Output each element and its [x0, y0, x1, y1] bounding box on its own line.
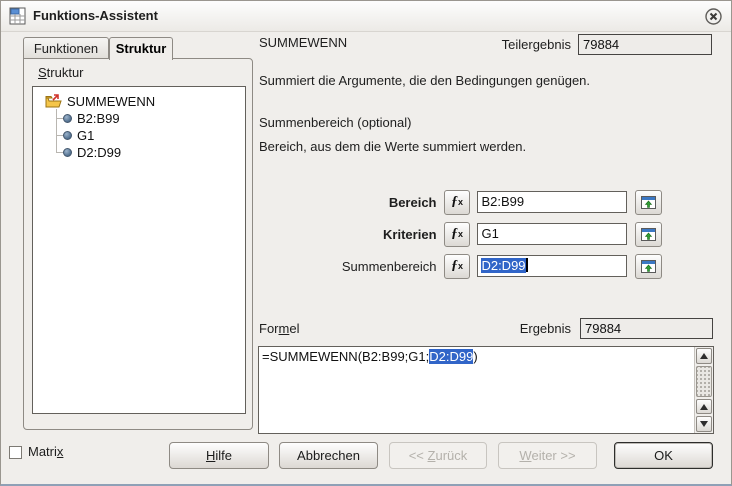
- teilergebnis-label: Teilergebnis: [501, 37, 571, 52]
- window-title: Funktions-Assistent: [33, 8, 158, 23]
- tree-node-label: SUMMEWENN: [67, 94, 156, 109]
- shrink-icon: [641, 259, 657, 273]
- ok-button[interactable]: OK: [614, 442, 713, 469]
- formula-editor[interactable]: =SUMMEWENN(B2:B99;G1;D2:D99): [258, 346, 714, 434]
- tab-funktionen[interactable]: Funktionen: [23, 37, 109, 58]
- shrink-icon: [641, 227, 657, 241]
- selected-text: D2:D99: [429, 349, 474, 364]
- scroll-up-button[interactable]: [696, 348, 712, 364]
- scroll-up-button-2[interactable]: [696, 398, 712, 415]
- argument-help: Bereich, aus dem die Werte summiert werd…: [259, 139, 527, 154]
- tree-node-label: D2:D99: [77, 145, 122, 160]
- summenbereich-input[interactable]: D2:D99: [477, 255, 628, 277]
- tree-connector-line: [56, 118, 63, 119]
- matrix-label: Matrix: [28, 444, 64, 459]
- formula-text[interactable]: =SUMMEWENN(B2:B99;G1;D2:D99): [259, 347, 694, 433]
- struktur-label: Struktur: [38, 65, 84, 80]
- tree-node-arg[interactable]: B2:B99: [63, 110, 120, 127]
- function-name: SUMMEWENN: [259, 35, 348, 50]
- function-fx-button[interactable]: ƒx: [443, 221, 471, 247]
- shrink-button[interactable]: [635, 253, 662, 279]
- function-fx-button[interactable]: ƒx: [443, 253, 471, 279]
- matrix-checkbox[interactable]: [9, 446, 22, 459]
- kriterien-input[interactable]: G1: [477, 223, 628, 245]
- help-button[interactable]: Hilfe: [169, 442, 269, 469]
- shrink-icon: [641, 195, 657, 209]
- text-caret: [525, 258, 528, 272]
- structure-tree[interactable]: SUMMEWENN B2:B99 G1 D2:D99: [32, 86, 246, 414]
- titlebar[interactable]: Funktions-Assistent: [1, 1, 731, 32]
- close-icon[interactable]: [705, 8, 722, 25]
- spreadsheet-icon: [9, 7, 26, 25]
- scrollbar-thumb[interactable]: [696, 365, 712, 397]
- tree-connector-line: [56, 109, 57, 152]
- arg-row-summenbereich: Summenbereich ƒx D2:D99: [259, 253, 669, 279]
- open-folder-icon: [45, 94, 62, 108]
- arg-label: Kriterien: [383, 226, 437, 242]
- selected-text: D2:D99: [481, 258, 526, 273]
- tab-struktur[interactable]: Struktur: [109, 37, 173, 60]
- shrink-button[interactable]: [635, 189, 662, 215]
- ergebnis-field: 79884: [580, 318, 713, 339]
- tree-connector-line: [56, 152, 63, 153]
- argument-bullet-icon: [63, 114, 72, 123]
- arg-row-bereich: Bereich ƒx B2:B99: [259, 189, 669, 215]
- teilergebnis-field: 79884: [578, 34, 712, 55]
- tree-node-label: B2:B99: [77, 111, 120, 126]
- scroll-down-button[interactable]: [696, 416, 712, 432]
- tree-node-root[interactable]: SUMMEWENN: [45, 93, 155, 110]
- arrow-down-icon: [700, 421, 708, 428]
- ergebnis-label: Ergebnis: [519, 321, 571, 336]
- arrow-up-icon: [700, 403, 708, 410]
- function-description: Summiert die Argumente, die den Bedingun…: [259, 73, 591, 88]
- arg-row-kriterien: Kriterien ƒx G1: [259, 221, 669, 247]
- struktur-tab-page: Struktur SUMMEWENN B2:B99 G1 D2:D99: [23, 58, 253, 430]
- next-button[interactable]: Weiter >>: [498, 442, 597, 469]
- function-fx-button[interactable]: ƒx: [443, 189, 471, 215]
- bereich-input[interactable]: B2:B99: [477, 191, 628, 213]
- cancel-button[interactable]: Abbrechen: [279, 442, 378, 469]
- tree-node-arg[interactable]: G1: [63, 127, 94, 144]
- arg-label: Bereich: [388, 194, 437, 210]
- argument-bullet-icon: [63, 148, 72, 157]
- function-wizard-dialog: Funktions-Assistent Funktionen Struktur …: [0, 0, 732, 486]
- arrow-up-icon: [700, 352, 708, 359]
- formel-label: Formel: [259, 321, 300, 336]
- argument-bullet-icon: [63, 131, 72, 140]
- argument-title: Summenbereich (optional): [259, 115, 412, 130]
- tree-node-arg[interactable]: D2:D99: [63, 144, 121, 161]
- vertical-scrollbar[interactable]: [694, 347, 713, 433]
- tree-connector-line: [56, 135, 63, 136]
- tree-node-label: G1: [77, 128, 95, 143]
- arg-label: Summenbereich: [341, 258, 437, 274]
- shrink-button[interactable]: [635, 221, 662, 247]
- back-button[interactable]: << Zurück: [389, 442, 487, 469]
